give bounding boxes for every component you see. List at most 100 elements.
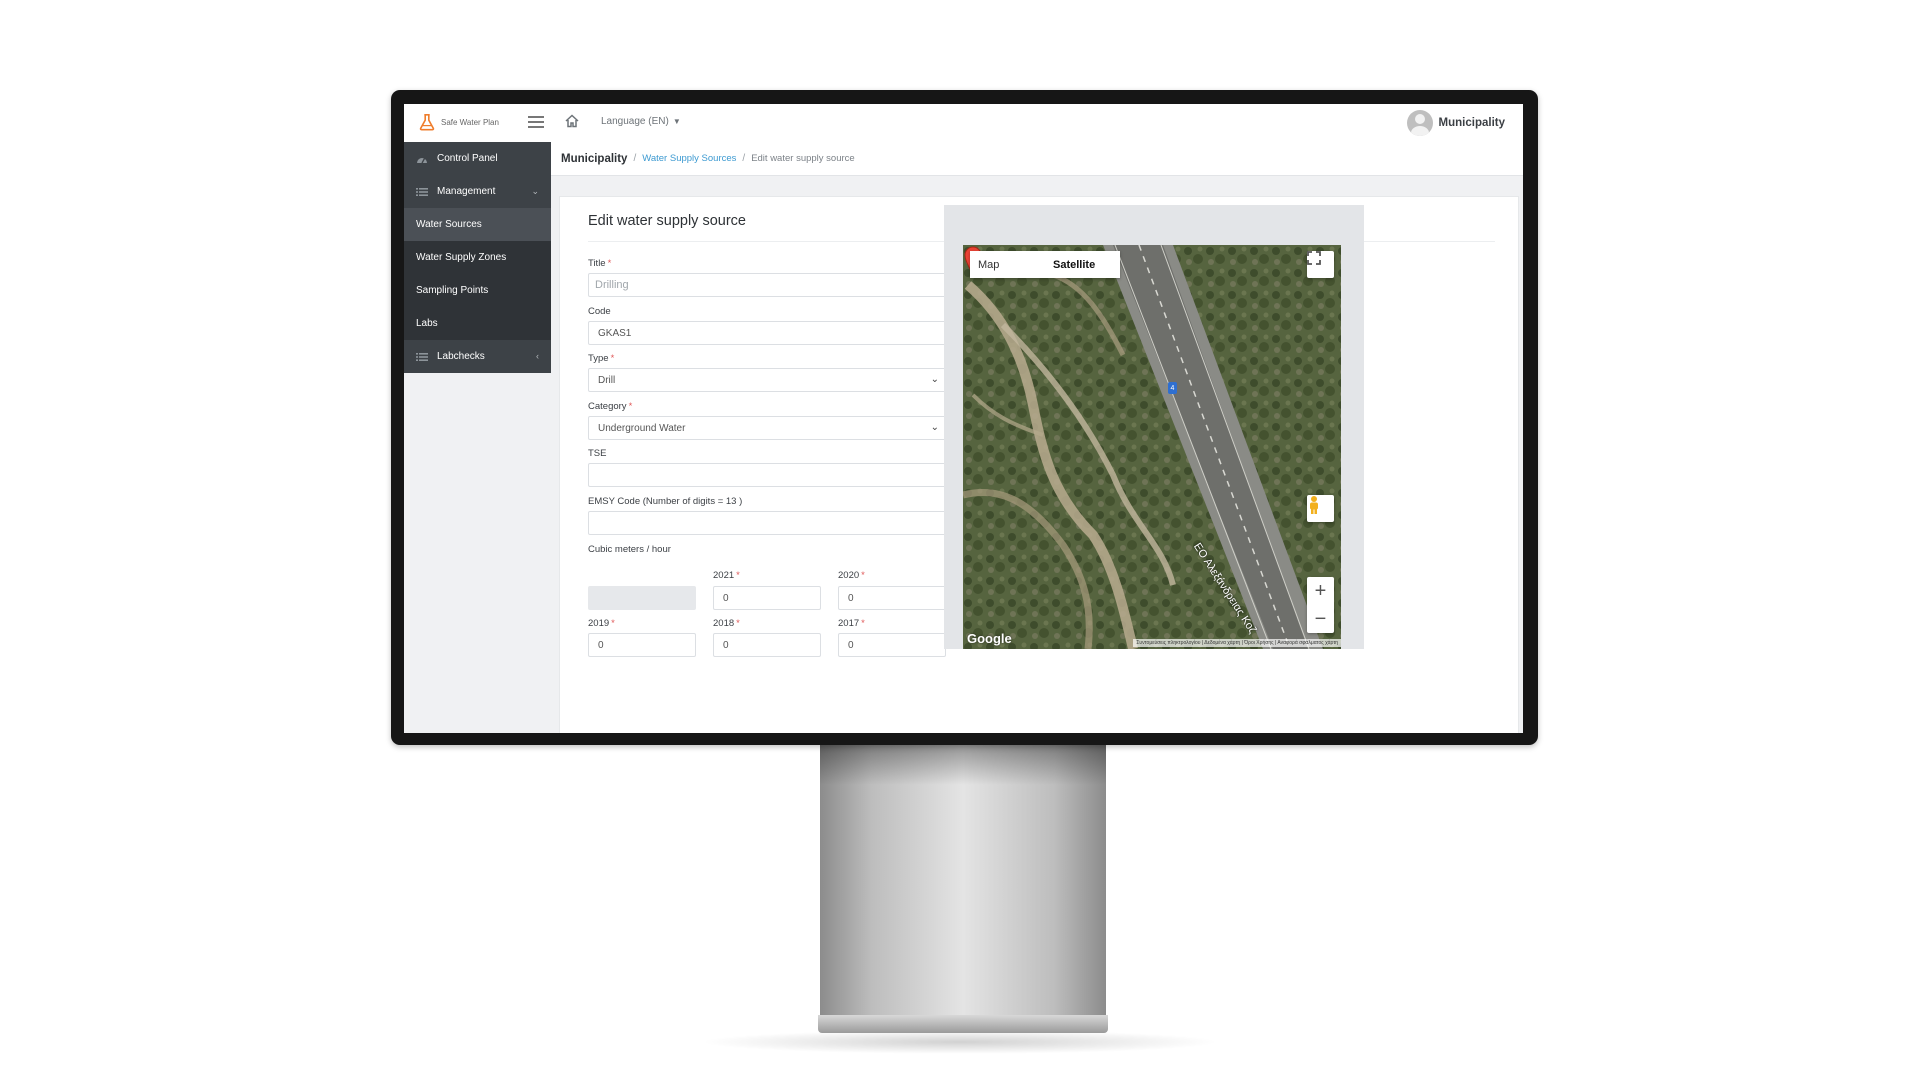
code-input[interactable]: GKAS1: [588, 321, 946, 345]
code-label: Code: [588, 306, 611, 317]
required-mark: *: [628, 401, 633, 412]
sidebar-item-management[interactable]: Management ⌄: [404, 175, 551, 208]
language-label: Language (EN): [601, 116, 669, 127]
caret-down-icon: ▼: [672, 117, 681, 126]
category-label: Category *: [588, 401, 632, 412]
google-logo: Google: [967, 631, 1012, 646]
required-mark: *: [610, 353, 615, 364]
floor-shadow: [700, 1030, 1220, 1054]
category-select-value: Underground Water: [598, 423, 686, 434]
year-2020-input[interactable]: 0: [838, 586, 946, 610]
breadcrumb-link-water-supply-sources[interactable]: Water Supply Sources: [642, 153, 736, 164]
breadcrumb-current: Edit water supply source: [751, 153, 855, 164]
pegman-icon: [1310, 496, 1318, 514]
sidebar-item-labs[interactable]: Labs: [404, 307, 551, 340]
home-icon[interactable]: [565, 114, 579, 128]
emsy-input[interactable]: [588, 511, 946, 535]
chevron-down-icon: ⌄: [930, 422, 939, 433]
sidebar-item-control-panel[interactable]: Control Panel: [404, 142, 551, 175]
sidebar-item-label: Water Sources: [416, 219, 482, 230]
monitor-foot: [818, 1015, 1108, 1033]
user-menu[interactable]: Municipality: [1406, 110, 1505, 136]
year-2018-label: 2018 *: [713, 618, 740, 629]
fullscreen-button[interactable]: [1307, 251, 1334, 278]
hamburger-menu-icon[interactable]: [528, 113, 544, 129]
required-mark: *: [736, 570, 740, 581]
zoom-in-button[interactable]: +: [1307, 577, 1334, 605]
tse-input[interactable]: [588, 463, 946, 487]
sidebar-item-label: Control Panel: [437, 153, 498, 164]
chevron-down-icon: ⌄: [930, 374, 939, 385]
breadcrumb-root: Municipality: [561, 152, 628, 165]
year-label-text: 2017: [838, 618, 860, 629]
chevron-down-icon: ⌄: [531, 186, 539, 196]
title-label-text: Title: [588, 258, 606, 269]
year-2017-input[interactable]: 0: [838, 633, 946, 657]
year-label-text: 2019: [588, 618, 610, 629]
sidebar-item-label: Labchecks: [437, 351, 485, 362]
monitor-stand-shade: [820, 745, 1106, 785]
map-attribution[interactable]: Συντομεύσεις πληκτρολογίου | Δεδομένα χά…: [1133, 639, 1341, 647]
required-mark: *: [607, 258, 612, 269]
year-2018-input[interactable]: 0: [713, 633, 821, 657]
sidebar-item-sampling-points[interactable]: Sampling Points: [404, 274, 551, 307]
cubic-meters-label: Cubic meters / hour: [588, 544, 671, 555]
type-select[interactable]: Drill ⌄: [588, 368, 946, 392]
type-label: Type *: [588, 353, 614, 364]
category-label-text: Category: [588, 401, 627, 412]
year-2021-input[interactable]: 0: [713, 586, 821, 610]
map-type-satellite-button[interactable]: Satellite: [1045, 251, 1120, 278]
sidebar-item-water-sources[interactable]: Water Sources: [404, 208, 551, 241]
sidebar-item-water-supply-zones[interactable]: Water Supply Zones: [404, 241, 551, 274]
breadcrumb-separator: /: [742, 153, 746, 164]
app-logo-text: Safe Water Plan: [441, 117, 499, 127]
year-label-text: 2020: [838, 570, 860, 581]
breadcrumb-separator: /: [633, 153, 637, 164]
year-label-text: 2021: [713, 570, 735, 581]
sidebar-item-labchecks[interactable]: Labchecks ‹: [404, 340, 551, 373]
year-2019-input[interactable]: 0: [588, 633, 696, 657]
zoom-control: + −: [1307, 577, 1334, 633]
page-title: Edit water supply source: [588, 213, 746, 229]
street-view-pegman-button[interactable]: [1307, 495, 1334, 522]
list-icon: [416, 187, 428, 196]
sidebar: Control Panel Management ⌄ Water Sources…: [404, 142, 551, 373]
map-type-map-button[interactable]: Map: [970, 251, 1045, 278]
zoom-out-button[interactable]: −: [1307, 605, 1334, 633]
app-logo[interactable]: Safe Water Plan: [418, 113, 499, 131]
required-mark: *: [736, 618, 740, 629]
chevron-left-icon: ‹: [536, 351, 539, 361]
road-number-shield: 4: [1168, 382, 1177, 394]
title-label: Title *: [588, 258, 611, 269]
year-2020-label: 2020 *: [838, 570, 865, 581]
type-label-text: Type: [588, 353, 609, 364]
dashboard-icon: [417, 157, 427, 163]
sidebar-item-label: Sampling Points: [416, 285, 489, 296]
required-mark: *: [861, 618, 865, 629]
required-mark: *: [611, 618, 615, 629]
category-select[interactable]: Underground Water ⌄: [588, 416, 946, 440]
tse-label: TSE: [588, 448, 607, 459]
list-icon: [416, 352, 428, 361]
monitor-screen: Safe Water Plan Language (EN) ▼ Municipal…: [404, 104, 1523, 733]
satellite-imagery: [963, 245, 1341, 649]
avatar: [1406, 110, 1433, 136]
emsy-label: EMSY Code (Number of digits = 13 ): [588, 496, 743, 507]
satellite-map[interactable]: 4 ΕΟ Αλεξάνδρειας Κοζ Map Satellite + −: [963, 245, 1341, 649]
year-2021-label: 2021 *: [713, 570, 740, 581]
top-navbar: Safe Water Plan Language (EN) ▼ Municipal…: [404, 104, 1523, 143]
type-select-value: Drill: [598, 375, 616, 386]
title-input[interactable]: Drilling: [588, 273, 946, 297]
sidebar-item-label: Water Supply Zones: [416, 252, 507, 263]
fullscreen-icon: [1307, 251, 1321, 265]
year-label-text: 2018: [713, 618, 735, 629]
flask-logo-icon: [419, 113, 435, 131]
monitor-stand: [820, 745, 1106, 1027]
sidebar-item-label: Management: [437, 186, 496, 197]
user-name: Municipality: [1438, 117, 1505, 129]
year-2017-label: 2017 *: [838, 618, 865, 629]
required-mark: *: [861, 570, 865, 581]
breadcrumb: Municipality / Water Supply Sources / Ed…: [551, 142, 1523, 176]
language-dropdown[interactable]: Language (EN) ▼: [601, 116, 681, 127]
map-type-control: Map Satellite: [970, 251, 1120, 278]
